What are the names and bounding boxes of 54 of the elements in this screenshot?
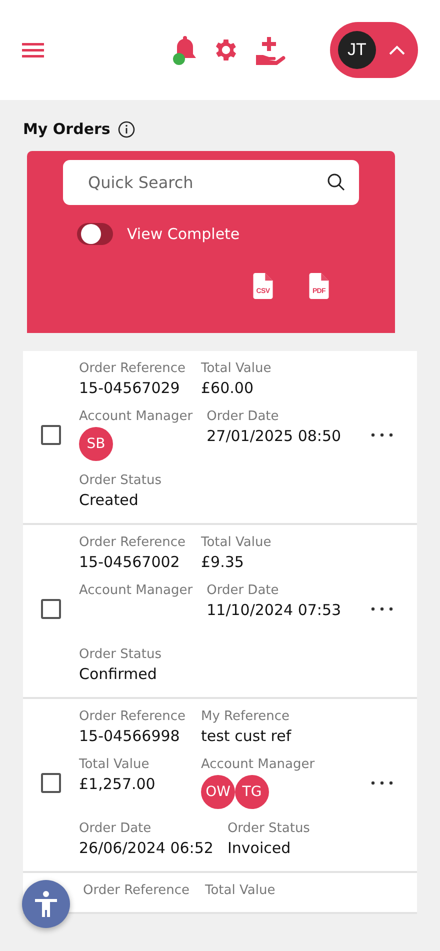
info-icon[interactable] — [118, 120, 136, 138]
user-avatar: JT — [338, 31, 376, 69]
field-value: £9.35 — [201, 553, 245, 571]
field-value: 27/01/2025 08:50 — [206, 427, 342, 445]
field-value: £60.00 — [201, 379, 254, 397]
manager-avatar: SB — [79, 427, 113, 461]
field-value: Created — [79, 491, 140, 509]
field-value: test cust ref — [201, 727, 292, 745]
field-value: Invoiced — [227, 839, 292, 857]
hand-plus-icon[interactable] — [254, 35, 286, 65]
manager-avatar: OW — [201, 775, 235, 809]
field-label: Order Reference — [83, 883, 191, 898]
field-label: Order Reference — [79, 535, 187, 550]
field-label: Order Status — [227, 821, 310, 836]
field-label: Order Status — [79, 647, 163, 662]
field-label: Total Value — [205, 883, 276, 898]
menu-icon[interactable] — [22, 42, 44, 58]
more-options-icon[interactable] — [371, 433, 393, 437]
more-options-icon[interactable] — [371, 607, 393, 611]
toggle-switch[interactable] — [77, 223, 113, 245]
field-label: Order Reference — [79, 361, 187, 376]
field-label: Order Date — [79, 821, 152, 836]
field-label: Account Manager — [79, 583, 193, 598]
manager-avatar: TG — [235, 775, 269, 809]
field-value: Confirmed — [79, 665, 158, 683]
bell-icon[interactable] — [172, 34, 198, 66]
field-label: Total Value — [201, 361, 272, 376]
field-label: Order Reference — [79, 709, 187, 724]
field-value: 26/06/2024 06:52 — [79, 839, 214, 857]
toggle-label: View Complete — [127, 225, 240, 243]
field-value: £1,257.00 — [79, 775, 156, 793]
field-label: Account Manager — [201, 757, 315, 772]
search-icon[interactable] — [327, 173, 345, 191]
chevron-up-icon — [388, 45, 406, 55]
field-value: 15-04567029 — [79, 379, 181, 397]
field-label: Total Value — [201, 535, 272, 550]
field-label: Order Status — [79, 473, 163, 488]
user-menu-button[interactable]: JT — [330, 22, 418, 78]
person-icon — [34, 891, 58, 917]
field-label: Order Date — [206, 583, 280, 598]
page-title: My Orders — [23, 120, 110, 138]
checkbox[interactable] — [41, 599, 61, 619]
field-value: 11/10/2024 07:53 — [206, 601, 342, 619]
more-options-icon[interactable] — [371, 781, 393, 785]
field-value: 15-04566998 — [79, 727, 181, 745]
search-field[interactable]: Quick Search — [63, 160, 359, 205]
accessibility-button[interactable] — [22, 880, 70, 928]
field-label: Order Date — [206, 409, 280, 424]
field-label: My Reference — [201, 709, 291, 724]
field-label: Account Manager — [79, 409, 193, 424]
field-label: Total Value — [79, 757, 150, 772]
field-value: 15-04567002 — [79, 553, 181, 571]
checkbox[interactable] — [41, 425, 61, 445]
checkbox[interactable] — [41, 773, 61, 793]
